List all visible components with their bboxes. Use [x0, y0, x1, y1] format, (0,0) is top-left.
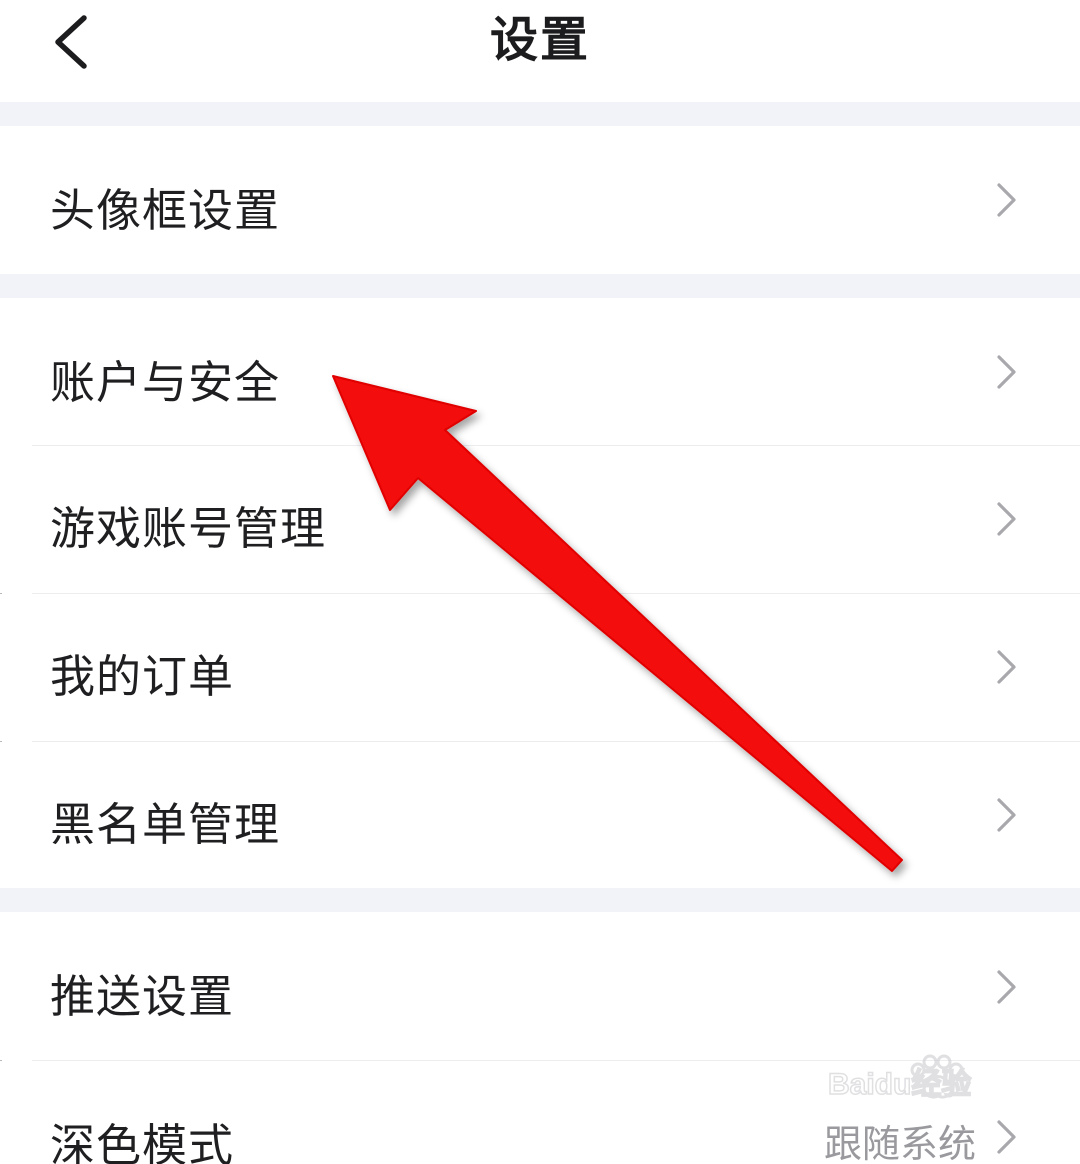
- settings-item-blacklist[interactable]: 黑名单管理: [0, 742, 1080, 888]
- settings-item-label: 推送设置: [50, 970, 235, 1023]
- settings-item-label: 深色模式: [50, 1119, 235, 1164]
- chevron-right-icon: [993, 967, 1019, 1007]
- chevron-right-icon: [993, 795, 1019, 835]
- settings-item-game-accounts[interactable]: 游戏账号管理: [0, 446, 1080, 593]
- settings-item-label: 头像框设置: [50, 184, 281, 237]
- settings-item-label: 我的订单: [50, 650, 235, 703]
- settings-item-my-orders[interactable]: 我的订单: [0, 594, 1080, 741]
- settings-item-push[interactable]: 推送设置: [0, 912, 1080, 1060]
- baidu-watermark: Baidu经验: [826, 1046, 1026, 1116]
- dark-mode-value: 跟随系统: [824, 1122, 977, 1164]
- chevron-right-icon: [993, 180, 1019, 220]
- section-gap: [0, 274, 1080, 298]
- settings-item-label: 账户与安全: [50, 356, 281, 409]
- settings-item-label: 黑名单管理: [50, 798, 281, 851]
- chevron-right-icon: [993, 647, 1019, 687]
- chevron-right-icon: [993, 1117, 1019, 1157]
- settings-item-account-security[interactable]: 账户与安全: [0, 298, 1080, 446]
- top-bar: 设置: [0, 0, 1080, 102]
- page-title: 设置: [489, 12, 590, 68]
- settings-screen: 设置 头像框设置 账户与安全 游戏账号管理 我的订单 黑名单管理 推送设置 深色…: [0, 0, 1080, 1164]
- chevron-right-icon: [993, 352, 1019, 392]
- section-gap: [0, 888, 1080, 912]
- watermark-text: Baidu经验: [828, 1067, 971, 1101]
- section-gap: [0, 102, 1080, 126]
- settings-item-label: 游戏账号管理: [50, 502, 327, 555]
- settings-item-avatar-frame[interactable]: 头像框设置: [0, 126, 1080, 274]
- chevron-right-icon: [993, 499, 1019, 539]
